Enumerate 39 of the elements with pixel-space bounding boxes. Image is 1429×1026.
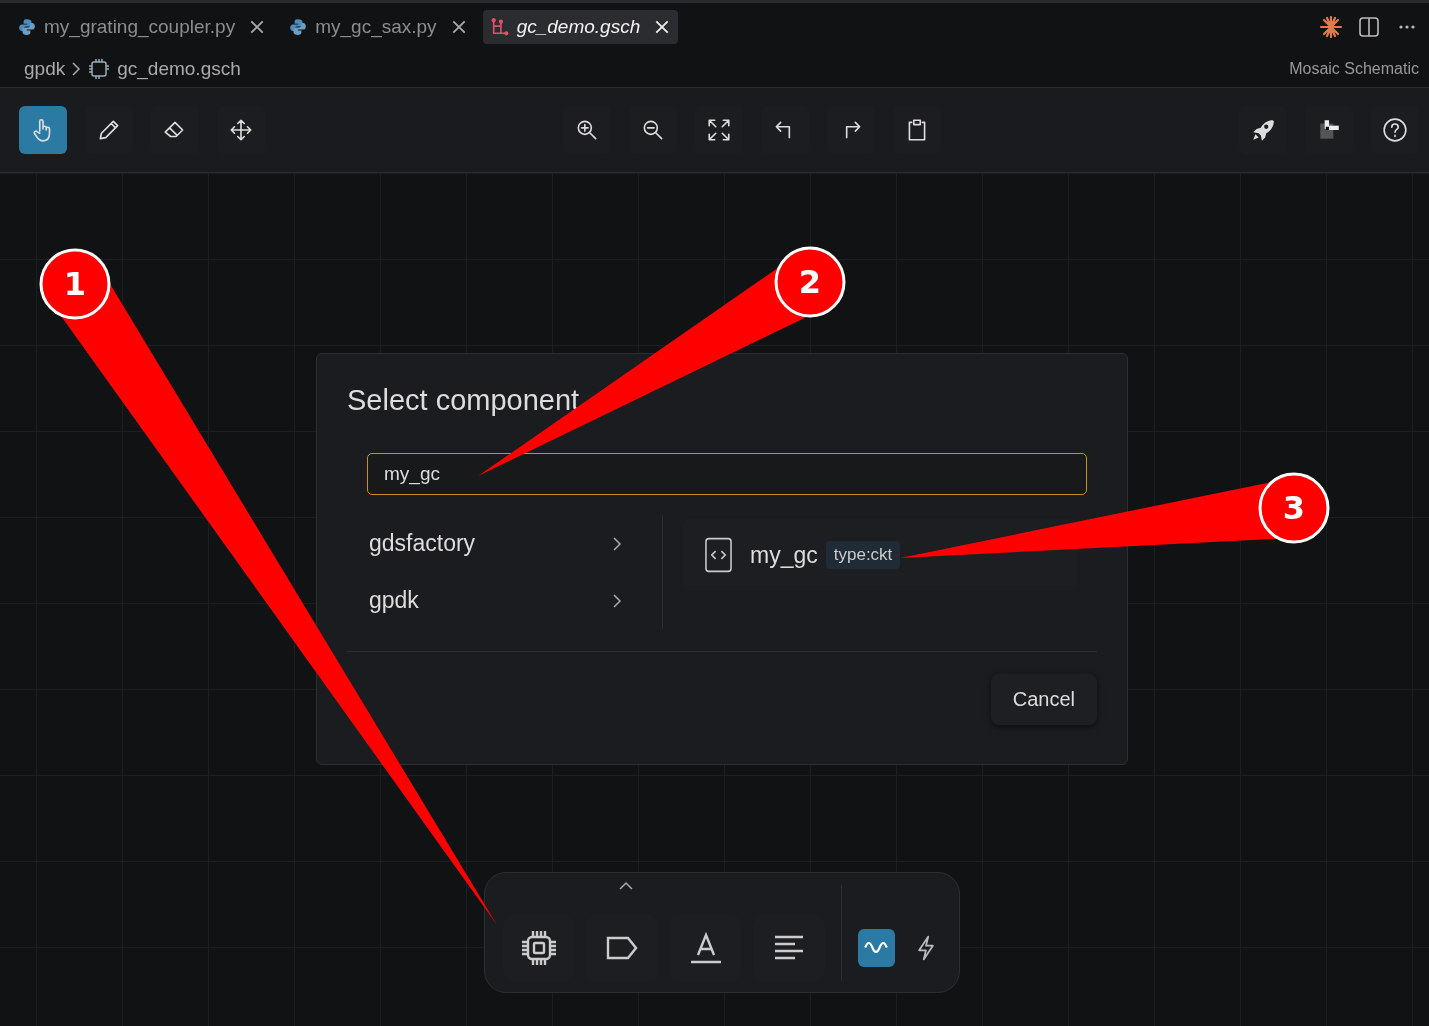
- help-icon: [1382, 117, 1408, 143]
- callout-number: 1: [63, 265, 87, 303]
- dialog-title: Select component: [347, 384, 581, 417]
- callout-number: 2: [798, 263, 822, 301]
- close-icon[interactable]: [249, 18, 266, 35]
- callout-badge: [39, 248, 111, 320]
- python-icon: [289, 17, 308, 36]
- move-icon: [228, 117, 254, 143]
- editor-tab[interactable]: my_grating_coupler.py: [10, 9, 274, 44]
- callout-number: 3: [1282, 489, 1306, 527]
- python-icon: [18, 17, 36, 36]
- fit-icon: [706, 117, 732, 143]
- library-item[interactable]: gpdk: [369, 572, 662, 629]
- breadcrumb-item[interactable]: gpdk: [24, 57, 66, 80]
- editor-picker[interactable]: Mosaic Schematic: [1289, 59, 1419, 78]
- breadcrumb-item[interactable]: gc_demo.gsch: [117, 57, 241, 80]
- split-editor-icon[interactable]: [1357, 14, 1381, 39]
- close-icon[interactable]: [654, 18, 671, 35]
- caret-icon[interactable]: [618, 881, 634, 891]
- search-field[interactable]: my_gc: [367, 453, 1087, 495]
- cancel-button[interactable]: Cancel: [990, 674, 1097, 725]
- rocket-icon: [1250, 117, 1276, 143]
- callout-badge: [774, 246, 846, 318]
- editor-tab[interactable]: my_gc_sax.py: [281, 9, 475, 44]
- chip-icon: [87, 56, 112, 81]
- type-tag: type:ckt: [825, 541, 901, 569]
- chevron-icon: [612, 592, 622, 609]
- mode-button[interactable]: [857, 928, 896, 967]
- library-item[interactable]: gdsfactory: [369, 515, 662, 572]
- editor-tab[interactable]: gc_demo.gsch: [482, 9, 679, 44]
- schematic-icon: [490, 17, 509, 36]
- code-file-icon: [705, 537, 732, 573]
- sparkle-icon[interactable]: [1319, 14, 1343, 39]
- chevron-icon: [612, 535, 622, 552]
- chevron-icon: [71, 60, 82, 77]
- callout-badge: [1258, 472, 1330, 544]
- wave-icon: [864, 939, 889, 956]
- bolt-icon: [918, 934, 935, 961]
- close-icon[interactable]: [450, 18, 467, 35]
